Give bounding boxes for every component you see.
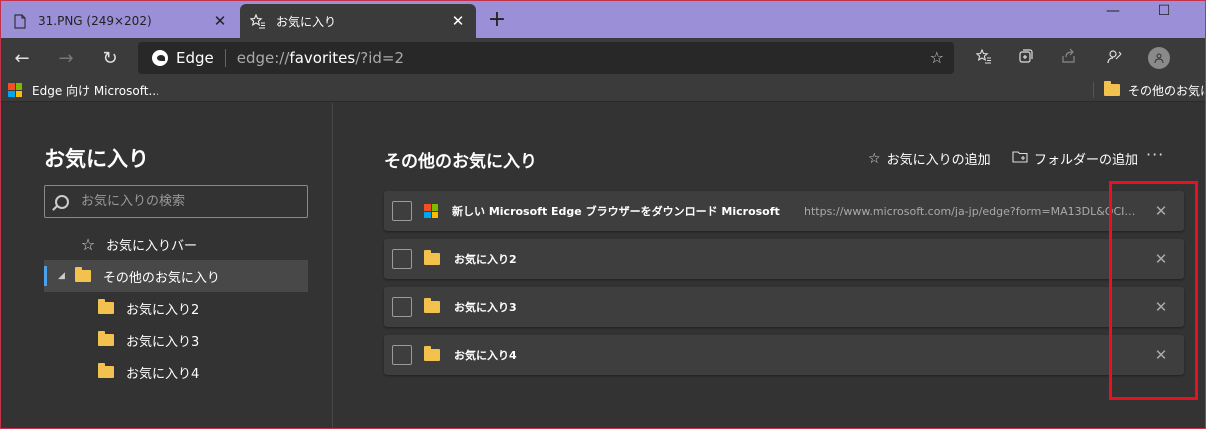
minimize-button[interactable]: —	[1098, 2, 1128, 24]
tab-title: お気に入り	[276, 14, 337, 29]
row-url: https://www.microsoft.com/ja-jp/edge?for…	[804, 204, 1140, 218]
new-tab-button[interactable]: +	[484, 8, 510, 34]
tree-item-label: お気に入り4	[126, 366, 200, 382]
favorites-bar: Edge 向け Microsoft... その他のお気に入り	[0, 78, 1206, 102]
row-name: お気に入り4	[454, 349, 517, 362]
folder-add-icon	[1012, 150, 1028, 167]
divider	[224, 49, 226, 67]
back-button[interactable]: ←	[8, 44, 36, 72]
folder-icon	[98, 331, 114, 346]
selection-indicator	[44, 266, 47, 286]
url-text: edge://favorites/?id=2	[237, 49, 404, 67]
title-bar: 31.PNG (249×202) ✕ お気に入り ✕ + — ☐	[0, 0, 1206, 38]
tree-item-label: その他のお気に入り	[102, 270, 220, 286]
arrow-right-icon: →	[58, 47, 74, 69]
main-panel: その他のお気に入り ☆ お気に入りの追加 フォルダーの追加 ··· 新しい Mi…	[334, 103, 1206, 429]
other-favorites-label: その他のお気に入り	[1128, 83, 1206, 98]
arrow-left-icon: ←	[14, 47, 30, 69]
search-icon	[55, 194, 69, 209]
feedback-icon	[1106, 48, 1122, 68]
favorites-button[interactable]	[970, 44, 998, 72]
search-box[interactable]	[44, 185, 308, 218]
tree-item-folder-4[interactable]: お気に入り4	[98, 356, 199, 388]
row-checkbox[interactable]	[392, 345, 412, 365]
add-folder-button[interactable]: フォルダーの追加	[1012, 149, 1138, 168]
folder-icon	[424, 250, 440, 265]
tree-item-label: お気に入り2	[126, 302, 200, 318]
row-name: お気に入り3	[454, 301, 517, 314]
row-name: 新しい Microsoft Edge ブラウザーをダウンロード Microsof…	[452, 205, 780, 218]
avatar	[1148, 47, 1170, 69]
sidebar: お気に入り ☆ お気に入りバー ◢ その他のお気に入り お気に入り2 お気に入り…	[0, 103, 333, 429]
navigation-bar: ← → ↻ Edge edge://favorites/?id=2 ☆	[0, 38, 1206, 78]
folder-icon	[424, 298, 440, 313]
folder-icon	[424, 346, 440, 361]
annotation-highlight-box	[1109, 181, 1198, 400]
tab-title: 31.PNG (249×202)	[38, 14, 152, 28]
refresh-icon: ↻	[102, 47, 118, 69]
add-favorite-button[interactable]: ☆ お気に入りの追加	[868, 149, 991, 169]
collections-button[interactable]	[1012, 44, 1040, 72]
list-item[interactable]: お気に入り2 ✕	[384, 239, 1184, 279]
folder-icon	[1104, 81, 1120, 96]
edge-logo-icon	[152, 50, 168, 66]
add-favorite-star-icon[interactable]: ☆	[930, 48, 944, 67]
profile-button[interactable]	[1145, 44, 1173, 72]
row-name: お気に入り2	[454, 253, 517, 266]
tab-favorites[interactable]: お気に入り ✕	[240, 4, 476, 38]
share-button[interactable]	[1055, 44, 1083, 72]
expand-caret-icon[interactable]: ◢	[58, 271, 65, 281]
page-title: その他のお気に入り	[384, 152, 537, 172]
more-options-button[interactable]: ···	[1146, 145, 1164, 164]
maximize-button[interactable]: ☐	[1149, 2, 1179, 24]
other-favorites-button[interactable]: その他のお気に入り	[1104, 81, 1206, 99]
search-input[interactable]	[81, 194, 281, 209]
collections-icon	[1018, 48, 1034, 68]
divider	[1093, 82, 1094, 98]
tree-item-favorites-bar[interactable]: ☆ お気に入りバー	[80, 228, 197, 260]
folder-icon	[98, 299, 114, 314]
tree-item-label: お気に入りバー	[106, 238, 198, 254]
add-folder-label: フォルダーの追加	[1034, 153, 1139, 168]
folder-open-icon	[74, 267, 91, 282]
star-icon: ☆	[80, 234, 96, 254]
url-suffix: /?id=2	[355, 49, 405, 67]
tree-item-folder-3[interactable]: お気に入り3	[98, 324, 199, 356]
sidebar-title: お気に入り	[44, 147, 149, 171]
url-host: favorites	[289, 49, 356, 67]
document-icon	[12, 13, 28, 29]
star-list-icon	[975, 48, 992, 68]
star-add-icon: ☆	[868, 150, 881, 167]
tree-item-folder-2[interactable]: お気に入り2	[98, 292, 199, 324]
list-item[interactable]: お気に入り4 ✕	[384, 335, 1184, 375]
close-icon[interactable]: ✕	[450, 12, 466, 30]
site-name: Edge	[176, 49, 214, 67]
row-checkbox[interactable]	[392, 249, 412, 269]
list-item[interactable]: お気に入り3 ✕	[384, 287, 1184, 327]
folder-icon	[98, 363, 114, 378]
address-bar[interactable]: Edge edge://favorites/?id=2 ☆	[138, 42, 954, 74]
add-favorite-label: お気に入りの追加	[886, 153, 991, 168]
tree-item-other-favorites[interactable]: ◢ その他のお気に入り	[44, 260, 308, 292]
microsoft-logo-icon	[424, 204, 438, 218]
row-checkbox[interactable]	[392, 297, 412, 317]
star-list-icon	[250, 13, 266, 29]
list-item[interactable]: 新しい Microsoft Edge ブラウザーをダウンロード Microsof…	[384, 191, 1184, 231]
close-icon[interactable]: ✕	[212, 12, 228, 30]
favorites-page: お気に入り ☆ お気に入りバー ◢ その他のお気に入り お気に入り2 お気に入り…	[0, 103, 1206, 429]
tree-item-label: お気に入り3	[126, 334, 200, 350]
microsoft-logo-icon	[8, 83, 22, 97]
url-prefix: edge://	[236, 49, 290, 67]
feedback-button[interactable]	[1100, 44, 1128, 72]
refresh-button[interactable]: ↻	[96, 44, 124, 72]
favorites-bar-item-label: Edge 向け Microsoft...	[32, 83, 158, 98]
forward-button[interactable]: →	[52, 44, 80, 72]
share-icon	[1061, 48, 1077, 68]
row-checkbox[interactable]	[392, 201, 412, 221]
tab-image[interactable]: 31.PNG (249×202) ✕	[2, 4, 238, 38]
favorites-bar-item-microsoft[interactable]: Edge 向け Microsoft...	[8, 81, 158, 99]
